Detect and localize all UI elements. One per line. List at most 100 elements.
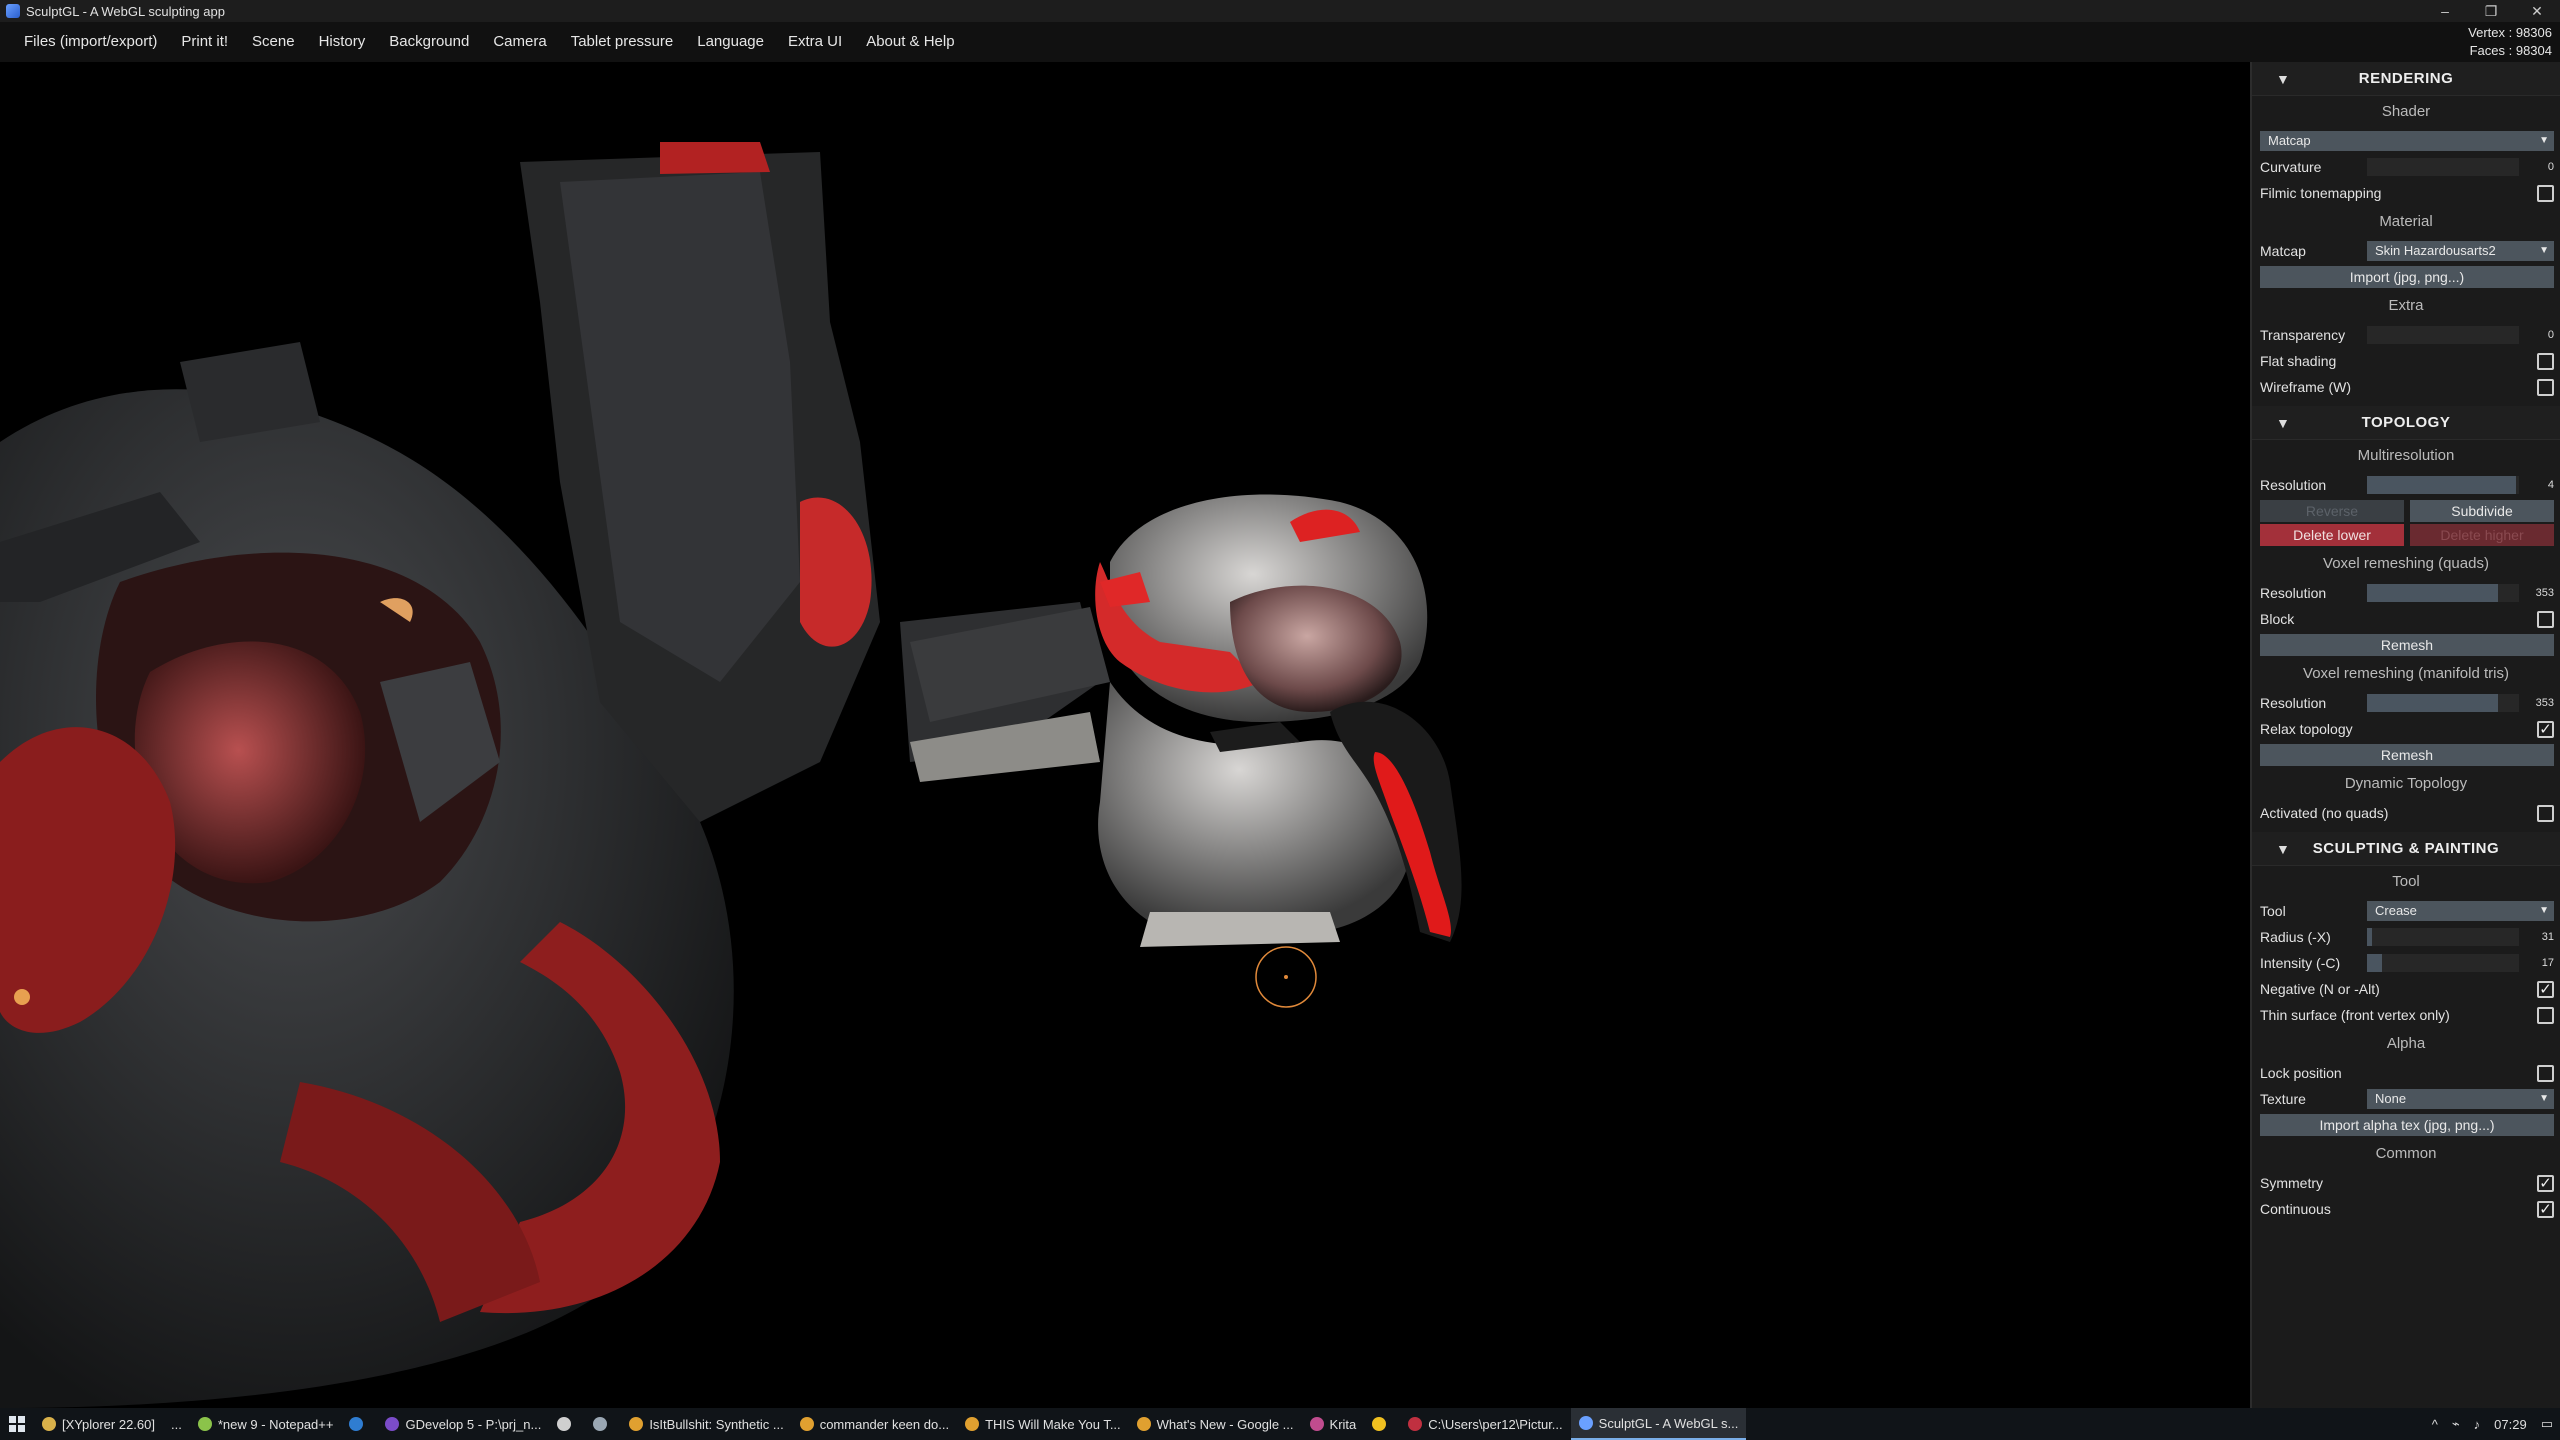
voxel-tris-resolution-value[interactable]: 353 [2524,697,2554,709]
minimize-button[interactable]: – [2422,0,2468,22]
restore-button[interactable]: ❐ [2468,0,2514,22]
chevron-down-icon: ▼ [2539,245,2549,256]
collapse-arrow-icon[interactable]: ▼ [2276,415,2290,431]
shader-title: Shader [2381,103,2431,120]
filmic-label: Filmic tonemapping [2260,185,2382,201]
taskbar-item[interactable]: IsItBullshit: Synthetic ... [621,1408,791,1440]
multires-resolution-value[interactable]: 4 [2524,479,2554,491]
transparency-value[interactable]: 0 [2524,329,2554,341]
mesh-stats: Vertex : 98306 Faces : 98304 [2468,24,2552,60]
menu-background[interactable]: Background [377,22,481,62]
voxel-quads-resolution-slider[interactable] [2367,584,2519,602]
clock[interactable]: 07:29 [2487,1417,2534,1432]
transparency-label: Transparency [2260,327,2346,343]
taskbar-item[interactable]: SculptGL - A WebGL s... [1570,1408,1747,1440]
system-tray: ^ ⌁ ♪ 07:29 ▭ [2425,1408,2560,1440]
import-matcap-button[interactable]: Import (jpg, png...) [2260,266,2554,288]
remesh-tris-button[interactable]: Remesh [2260,744,2554,766]
relax-topology-checkbox[interactable]: ✓ [2537,720,2554,738]
network-icon[interactable]: ⌁ [2445,1416,2467,1432]
taskbar-item[interactable]: C:\Users\per12\Pictur... [1400,1408,1570,1440]
taskbar-item[interactable]: Krita [1302,1408,1365,1440]
volume-icon[interactable]: ♪ [2467,1417,2488,1432]
remesh-quads-button[interactable]: Remesh [2260,634,2554,656]
taskbar-item[interactable] [1364,1408,1400,1440]
shader-select[interactable]: Matcap ▼ [2260,131,2554,151]
menu-language[interactable]: Language [685,22,776,62]
notifications-icon[interactable]: ▭ [2534,1416,2560,1432]
menu-about-help[interactable]: About & Help [854,22,966,62]
matcap-label: Matcap [2260,243,2306,259]
common-title: Common [2375,1145,2437,1162]
app-icon [349,1417,364,1431]
voxel-tris-resolution-label: Resolution [2260,695,2327,711]
transparency-slider[interactable] [2367,326,2519,344]
voxel-tris-resolution-slider[interactable] [2367,694,2519,712]
matcap-select[interactable]: Skin Hazardousarts2 ▼ [2367,241,2554,261]
block-checkbox[interactable] [2537,610,2554,628]
reverse-button[interactable]: Reverse [2260,500,2404,522]
symmetry-checkbox[interactable]: ✓ [2537,1174,2554,1192]
sculpt-viewport[interactable] [0,62,2250,1408]
menu-extra-ui[interactable]: Extra UI [776,22,854,62]
delete-lower-button[interactable]: Delete lower [2260,524,2404,546]
radius-slider[interactable] [2367,928,2519,946]
taskbar-item[interactable] [585,1408,621,1440]
taskbar-item[interactable]: What's New - Google ... [1129,1408,1302,1440]
menu-scene[interactable]: Scene [240,22,307,62]
intensity-slider[interactable] [2367,954,2519,972]
import-alpha-button[interactable]: Import alpha tex (jpg, png...) [2260,1114,2554,1136]
taskbar-item-label: IsItBullshit: Synthetic ... [649,1416,784,1432]
vertex-count: Vertex : 98306 [2468,25,2552,40]
menu-files[interactable]: Files (import/export) [12,22,169,62]
taskbar-item[interactable]: *new 9 - Notepad++ [190,1408,342,1440]
voxel-quads-resolution-value[interactable]: 353 [2524,587,2554,599]
intensity-value[interactable]: 17 [2524,957,2554,969]
subdivide-button[interactable]: Subdivide [2410,500,2554,522]
menu-history[interactable]: History [307,22,378,62]
sculpting-header[interactable]: ▼ SCULPTING & PAINTING [2252,832,2560,866]
app-icon [557,1417,572,1431]
tray-expand-icon[interactable]: ^ [2425,1417,2445,1432]
taskbar-item[interactable] [549,1408,585,1440]
delete-higher-button[interactable]: Delete higher [2410,524,2554,546]
multires-resolution-slider[interactable] [2367,476,2519,494]
collapse-arrow-icon[interactable]: ▼ [2276,71,2290,87]
wireframe-checkbox[interactable] [2537,378,2554,396]
taskbar-item[interactable]: [XYplorer 22.60] [34,1408,163,1440]
negative-checkbox[interactable]: ✓ [2537,980,2554,998]
close-button[interactable]: ✕ [2514,0,2560,22]
app-icon [1408,1417,1423,1431]
dyntopo-activated-checkbox[interactable] [2537,804,2554,822]
menu-tablet-pressure[interactable]: Tablet pressure [559,22,686,62]
texture-select[interactable]: None ▼ [2367,1089,2554,1109]
lock-position-label: Lock position [2260,1065,2342,1081]
lock-position-checkbox[interactable] [2537,1064,2554,1082]
radius-value[interactable]: 31 [2524,931,2554,943]
rendering-header[interactable]: ▼ RENDERING [2252,62,2560,96]
thin-surface-label: Thin surface (front vertex only) [2260,1007,2450,1023]
chevron-down-icon: ▼ [2539,1093,2549,1104]
continuous-checkbox[interactable]: ✓ [2537,1200,2554,1218]
menu-camera[interactable]: Camera [481,22,558,62]
tool-select[interactable]: Crease ▼ [2367,901,2554,921]
taskbar-task-list: [XYplorer 22.60]... *new 9 - Notepad++ GDe… [34,1408,1747,1440]
taskbar-item[interactable]: THIS Will Make You T... [957,1408,1129,1440]
menu-print[interactable]: Print it! [169,22,240,62]
curvature-value[interactable]: 0 [2524,161,2554,173]
extra-title: Extra [2388,297,2424,314]
taskbar-item-label: *new 9 - Notepad++ [217,1416,334,1432]
taskbar-item[interactable]: GDevelop 5 - P:\prj_n... [377,1408,549,1440]
thin-surface-checkbox[interactable] [2537,1006,2554,1024]
taskbar-item[interactable]: commander keen do... [792,1408,957,1440]
side-panel: ▼ RENDERING Shader Matcap ▼ Curvature 0 F… [2250,62,2560,1408]
filmic-checkbox[interactable] [2537,184,2554,202]
topology-header[interactable]: ▼ TOPOLOGY [2252,406,2560,440]
collapse-arrow-icon[interactable]: ▼ [2276,841,2290,857]
start-button[interactable] [0,1408,34,1440]
taskbar-item[interactable]: ... [163,1408,190,1440]
taskbar-item-label: commander keen do... [819,1416,950,1432]
curvature-slider[interactable] [2367,158,2519,176]
taskbar-item[interactable] [341,1408,377,1440]
flat-shading-checkbox[interactable] [2537,352,2554,370]
